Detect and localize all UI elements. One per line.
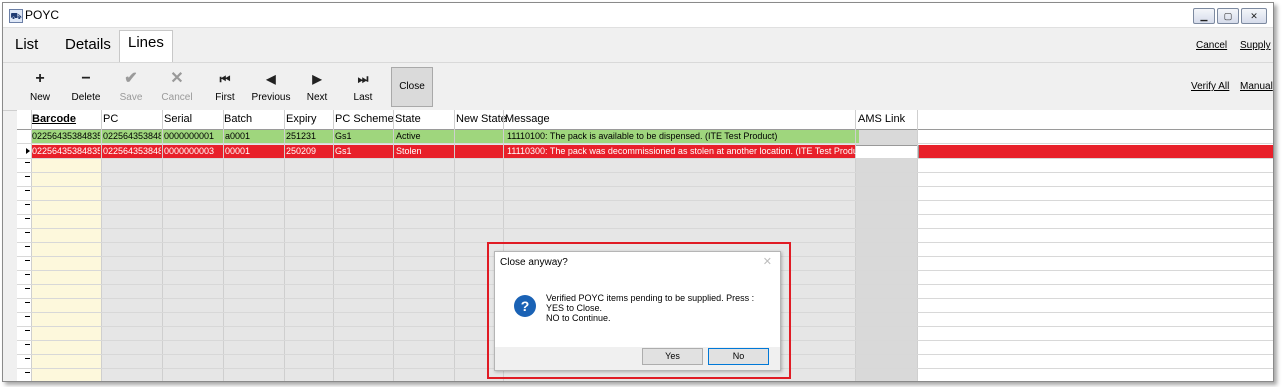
col-header-new-state[interactable]: New State <box>456 110 507 129</box>
dialog-close-icon[interactable]: ✕ <box>763 255 772 268</box>
tab-details[interactable]: Details <box>61 34 115 55</box>
previous-button[interactable]: ◀ Previous <box>249 66 293 108</box>
cell-expiry: 250209 <box>286 146 317 156</box>
cell-barcode: 02256435384835 <box>32 146 100 156</box>
cell-expiry: 251231 <box>286 131 317 141</box>
cell-pc: 02256435384835 <box>103 131 161 141</box>
new-button[interactable]: + New <box>18 66 62 108</box>
top-supply-link[interactable]: Supply <box>1240 40 1271 51</box>
manual-button[interactable]: Manual <box>1240 81 1273 92</box>
first-label: First <box>215 92 235 103</box>
col-header-message[interactable]: Message <box>505 110 550 129</box>
col-header-state[interactable]: State <box>395 110 421 129</box>
next-button[interactable]: ▶ Next <box>295 66 339 108</box>
dialog-body: ? Verified POYC items pending to be supp… <box>495 274 780 347</box>
next-label: Next <box>306 92 328 103</box>
tab-list[interactable]: List <box>11 34 42 55</box>
minus-icon: − <box>81 70 91 87</box>
cell-serial: 0000000003 <box>164 146 215 156</box>
dialog-message-line: NO to Continue. <box>546 313 611 323</box>
window-close-button[interactable]: ✕ <box>1241 8 1267 24</box>
last-button[interactable]: ⏭ Last <box>341 66 385 108</box>
delete-button[interactable]: − Delete <box>64 66 108 108</box>
cell-pc: 02256435384835 <box>103 146 161 156</box>
col-header-expiry[interactable]: Expiry <box>286 110 317 129</box>
next-icon: ▶ <box>312 72 322 86</box>
checkmark-icon: ✔ <box>124 70 138 87</box>
yes-button[interactable]: Yes <box>642 348 703 365</box>
no-button[interactable]: No <box>708 348 769 365</box>
col-header-pc-scheme[interactable]: PC Scheme <box>335 110 394 129</box>
cell-scheme: Gs1 <box>335 131 352 141</box>
cell-batch: 00001 <box>225 146 251 156</box>
previous-label: Previous <box>251 92 291 103</box>
cell-state: Stolen <box>396 146 422 156</box>
cell-message: 11110300: The pack was decommissioned as… <box>507 146 868 156</box>
dialog-message: Verified POYC items pending to be suppli… <box>546 293 754 323</box>
top-cancel-link[interactable]: Cancel <box>1196 40 1227 51</box>
last-record-icon: ⏭ <box>357 72 369 86</box>
cell-batch: a0001 <box>225 131 251 141</box>
cancel-button[interactable]: ✕ Cancel <box>155 66 199 108</box>
delete-label: Delete <box>71 92 101 103</box>
last-label: Last <box>353 92 373 103</box>
plus-icon: + <box>35 70 45 87</box>
cell-scheme: Gs1 <box>335 146 352 156</box>
cancel-label: Cancel <box>161 92 193 103</box>
close-anyway-dialog: Close anyway? ✕ ? Verified POYC items pe… <box>494 251 781 371</box>
cell-state: Active <box>396 131 421 141</box>
question-icon: ? <box>514 295 536 317</box>
col-header-ams-link[interactable]: AMS Link <box>858 110 905 129</box>
tab-bar: List Details Lines Cancel Supply <box>3 28 1273 64</box>
current-row-indicator <box>26 148 30 154</box>
minimize-button[interactable]: ▁ <box>1193 8 1215 24</box>
cell-serial: 0000000001 <box>164 131 215 141</box>
cell-message: 11110100: The pack is available to be di… <box>507 131 778 141</box>
dialog-title: Close anyway? <box>500 257 568 268</box>
grid-header <box>17 110 1273 130</box>
first-button[interactable]: ⏮ First <box>203 66 247 108</box>
col-header-serial[interactable]: Serial <box>164 110 192 129</box>
new-label: New <box>29 92 50 103</box>
first-record-icon: ⏮ <box>219 72 231 86</box>
dialog-title-bar: Close anyway? ✕ <box>495 252 780 274</box>
verify-all-button[interactable]: Verify All <box>1191 81 1229 92</box>
window-title: POYC <box>25 8 60 22</box>
app-icon: ⛟ <box>9 9 23 23</box>
x-icon: ✕ <box>170 70 184 87</box>
cell-barcode: 02256435384835 <box>32 131 100 141</box>
dialog-message-line: Verified POYC items pending to be suppli… <box>546 293 755 303</box>
maximize-button[interactable]: ▢ <box>1217 8 1239 24</box>
save-label: Save <box>119 92 143 103</box>
tab-lines[interactable]: Lines <box>119 30 173 64</box>
col-header-batch[interactable]: Batch <box>224 110 252 129</box>
close-button[interactable]: Close <box>391 67 433 107</box>
col-header-barcode[interactable]: Barcode <box>32 110 76 129</box>
previous-icon: ◀ <box>266 72 276 86</box>
toolbar: + New − Delete ✔ Save ✕ Cancel ⏮ First ◀… <box>3 62 1273 111</box>
save-button[interactable]: ✔ Save <box>109 66 153 108</box>
dialog-message-line: YES to Close. <box>546 303 603 313</box>
title-bar: ⛟ POYC ▁ ▢ ✕ <box>3 3 1273 28</box>
col-header-pc[interactable]: PC <box>103 110 118 129</box>
